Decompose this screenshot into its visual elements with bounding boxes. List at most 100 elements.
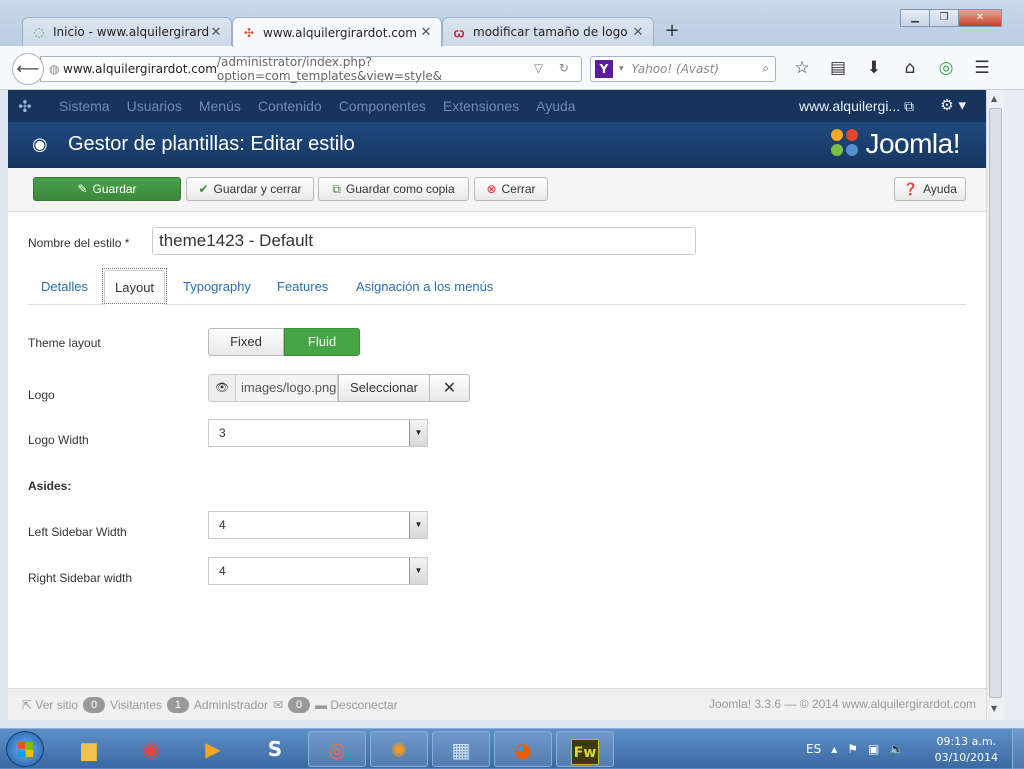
edit-icon: ✎ [77, 182, 88, 196]
file-explorer-icon[interactable]: ▆ [60, 731, 118, 767]
avast-taskbar-icon[interactable]: ✺ [370, 731, 428, 767]
menu-item-menus[interactable]: Menús [199, 98, 241, 114]
style-name-input[interactable]: theme1423 - Default [152, 227, 696, 255]
help-button[interactable]: ❓ Ayuda [894, 177, 966, 201]
address-bar[interactable]: ◍ www.alquilergirardot.com/administrator… [40, 55, 582, 83]
close-tab-icon[interactable]: ✕ [209, 25, 223, 40]
logo-select-button[interactable]: Seleccionar [338, 374, 430, 402]
page-scrollbar[interactable]: ▲ ▼ [986, 90, 1004, 720]
logo-width-select[interactable]: 3 ▼ [208, 419, 428, 447]
logo-width-value: 3 [219, 426, 226, 440]
tab-layout[interactable]: Layout [101, 268, 168, 305]
joomla-admin-menu: ✣ Sistema Usuarios Menús Contenido Compo… [8, 90, 986, 122]
menu-item-sistema[interactable]: Sistema [59, 98, 110, 114]
download-icon[interactable]: ⬇ [856, 58, 892, 78]
origin-icon[interactable]: ◎ [308, 731, 366, 767]
globe-icon: ◍ [49, 62, 60, 76]
start-button[interactable] [6, 731, 44, 767]
search-icon[interactable]: ⌕ [762, 61, 769, 76]
scroll-thumb[interactable] [989, 108, 1002, 698]
minimize-button[interactable]: ▁ [900, 9, 930, 27]
avast-icon[interactable]: ◎ [928, 58, 964, 78]
chevron-down-icon[interactable]: ▾ [619, 64, 624, 74]
site-link-text: www.alquilergi... [798, 98, 901, 114]
view-site-link[interactable]: ⇱ Ver sitio [22, 698, 78, 712]
new-tab-button[interactable]: + [660, 20, 684, 44]
eye-icon[interactable]: 👁 [208, 374, 236, 402]
show-desktop-button[interactable] [1012, 729, 1024, 769]
chevron-up-icon[interactable]: ▴ [831, 742, 837, 756]
chevron-down-icon: ▼ [409, 420, 427, 446]
logo-path-input: images/logo.png [236, 374, 338, 402]
tab-typography[interactable]: Typography [173, 270, 261, 305]
help-label: Ayuda [923, 182, 957, 196]
right-sidebar-select[interactable]: 4 ▼ [208, 557, 428, 585]
asides-heading: Asides: [28, 479, 72, 493]
menu-icon[interactable]: ☰ [964, 58, 1000, 78]
scroll-down-icon[interactable]: ▼ [991, 704, 997, 713]
tab-title: www.alquilergirardot.com ... [263, 25, 419, 40]
tab-title: Inicio - www.alquilergirard... [53, 25, 209, 39]
save-label: Guardar [92, 182, 137, 196]
brand-wordmark: Joomla! [865, 128, 960, 159]
close-tab-icon[interactable]: ✕ [419, 25, 433, 40]
bookmark-star-icon[interactable]: ☆ [784, 58, 820, 78]
messages-badge[interactable]: 0 [288, 697, 310, 713]
scroll-up-icon[interactable]: ▲ [991, 94, 997, 103]
fireworks-icon[interactable]: Fw [556, 731, 614, 767]
gear-icon[interactable]: ⚙ ▾ [940, 96, 966, 114]
close-window-button[interactable]: ✕ [958, 9, 1002, 27]
back-button[interactable]: ⟵ [12, 53, 44, 85]
style-name-label: Nombre del estilo * [28, 236, 130, 250]
page-viewport: ✣ Sistema Usuarios Menús Contenido Compo… [8, 90, 986, 720]
reload-icon[interactable]: ▽ ↻ [534, 61, 575, 75]
right-sidebar-label: Right Sidebar width [28, 571, 133, 585]
save-button[interactable]: ✎ Guardar [33, 177, 181, 201]
control-panel-icon[interactable]: ▦ [432, 731, 490, 767]
tab-inicio[interactable]: ◌ Inicio - www.alquilergirard... ✕ [22, 17, 232, 46]
menu-item-usuarios[interactable]: Usuarios [127, 98, 182, 114]
chrome-icon[interactable]: ◉ [122, 731, 180, 767]
logout-link[interactable]: ▬ Desconectar [315, 698, 398, 712]
menu-item-contenido[interactable]: Contenido [258, 98, 322, 114]
flag-icon[interactable]: ⚑ [847, 742, 858, 756]
menu-item-ayuda[interactable]: Ayuda [536, 98, 575, 114]
maximize-button[interactable]: ❐ [929, 9, 959, 27]
skype-icon[interactable]: S [246, 731, 304, 767]
browser-window: ◌ Inicio - www.alquilergirard... ✕ ✣ www… [0, 0, 1024, 728]
menu-item-componentes[interactable]: Componentes [339, 98, 426, 114]
media-player-icon[interactable]: ▶ [184, 731, 242, 767]
layout-fluid-option[interactable]: Fluid [284, 328, 360, 356]
home-icon[interactable]: ⌂ [892, 58, 928, 78]
browser-toolbar-icons: ☆ ▤ ⬇ ⌂ ◎ ☰ [784, 58, 1000, 78]
tab-detalles[interactable]: Detalles [31, 270, 98, 305]
site-link[interactable]: www.alquilergi... ⧉ [799, 98, 914, 115]
copy-icon: ⧉ [332, 181, 341, 196]
left-sidebar-select[interactable]: 4 ▼ [208, 511, 428, 539]
language-indicator[interactable]: ES [806, 742, 821, 756]
clock[interactable]: 09:13 a.m. 03/10/2014 [935, 734, 998, 766]
clear-icon[interactable]: ✕ [430, 374, 470, 402]
firefox-icon[interactable]: ◕ [494, 731, 552, 767]
tab-search[interactable]: ꞷ modificar tamaño de logo ... ✕ [442, 17, 654, 46]
admin-badge: 1 [166, 697, 189, 713]
menu-item-extensiones[interactable]: Extensiones [443, 98, 519, 114]
close-button[interactable]: ⊗ Cerrar [474, 177, 548, 201]
save-copy-button[interactable]: ⧉ Guardar como copia [318, 177, 469, 201]
network-icon[interactable]: ▣ [868, 742, 879, 756]
search-field[interactable]: Y ▾ Yahoo! (Avast) ⌕ [590, 56, 776, 82]
layout-fixed-option[interactable]: Fixed [208, 328, 284, 356]
minus-icon: ▬ [315, 698, 327, 712]
save-close-button[interactable]: ✔ Guardar y cerrar [186, 177, 314, 201]
joomla-icon[interactable]: ✣ [8, 97, 42, 116]
reading-list-icon[interactable]: ▤ [820, 58, 856, 78]
tab-admin[interactable]: ✣ www.alquilergirardot.com ... ✕ [232, 17, 442, 47]
page-header: ◉ Gestor de plantillas: Editar estilo Jo… [8, 122, 986, 168]
tab-features[interactable]: Features [267, 270, 338, 305]
tab-asignacion-menus[interactable]: Asignación a los menús [346, 270, 503, 305]
joomla-brand-logo: Joomla! [831, 128, 960, 160]
status-footer: ⇱ Ver sitio 0 Visitantes 1 Administrador… [8, 688, 986, 720]
volume-icon[interactable]: 🔈 [889, 742, 904, 756]
close-tab-icon[interactable]: ✕ [631, 25, 645, 40]
options-tabs: Detalles Layout Typography Features Asig… [28, 267, 966, 305]
